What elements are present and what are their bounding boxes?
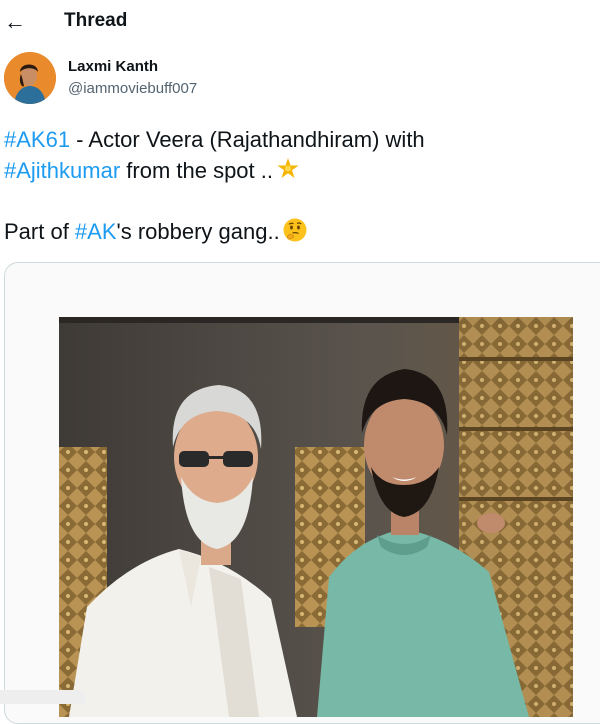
header: ← Thread: [0, 0, 600, 44]
tweet-line-2: #Ajithkumar from the spot ..: [4, 155, 594, 186]
author-name[interactable]: Laxmi Kanth: [68, 58, 158, 75]
hashtag-ak[interactable]: #AK: [75, 219, 117, 244]
hashtag-ak61[interactable]: #AK61: [4, 127, 70, 152]
avatar[interactable]: [4, 52, 56, 104]
tweet-photo[interactable]: [59, 317, 573, 717]
media-card[interactable]: [4, 262, 600, 724]
star-emoji-icon: [275, 156, 301, 182]
page-title: Thread: [64, 10, 128, 31]
tweet-line-1-text: - Actor Veera (Rajathandhiram) with: [70, 127, 425, 152]
thinking-face-emoji-icon: [282, 217, 308, 243]
back-arrow-icon[interactable]: ←: [2, 9, 28, 35]
hashtag-ajithkumar[interactable]: #Ajithkumar: [4, 158, 120, 183]
tweet-line-1: #AK61 - Actor Veera (Rajathandhiram) wit…: [4, 124, 594, 155]
tweet-text: #AK61 - Actor Veera (Rajathandhiram) wit…: [4, 124, 594, 247]
author-handle[interactable]: @iammoviebuff007: [68, 80, 197, 97]
tweet-line-2-text: from the spot ..: [120, 158, 273, 183]
tweet-line-3: Part of #AK's robbery gang..: [4, 216, 594, 247]
tweet-line-3-text: 's robbery gang..: [116, 219, 280, 244]
overlay-chip: [0, 690, 86, 704]
tweet-line-3-prefix: Part of: [4, 219, 75, 244]
